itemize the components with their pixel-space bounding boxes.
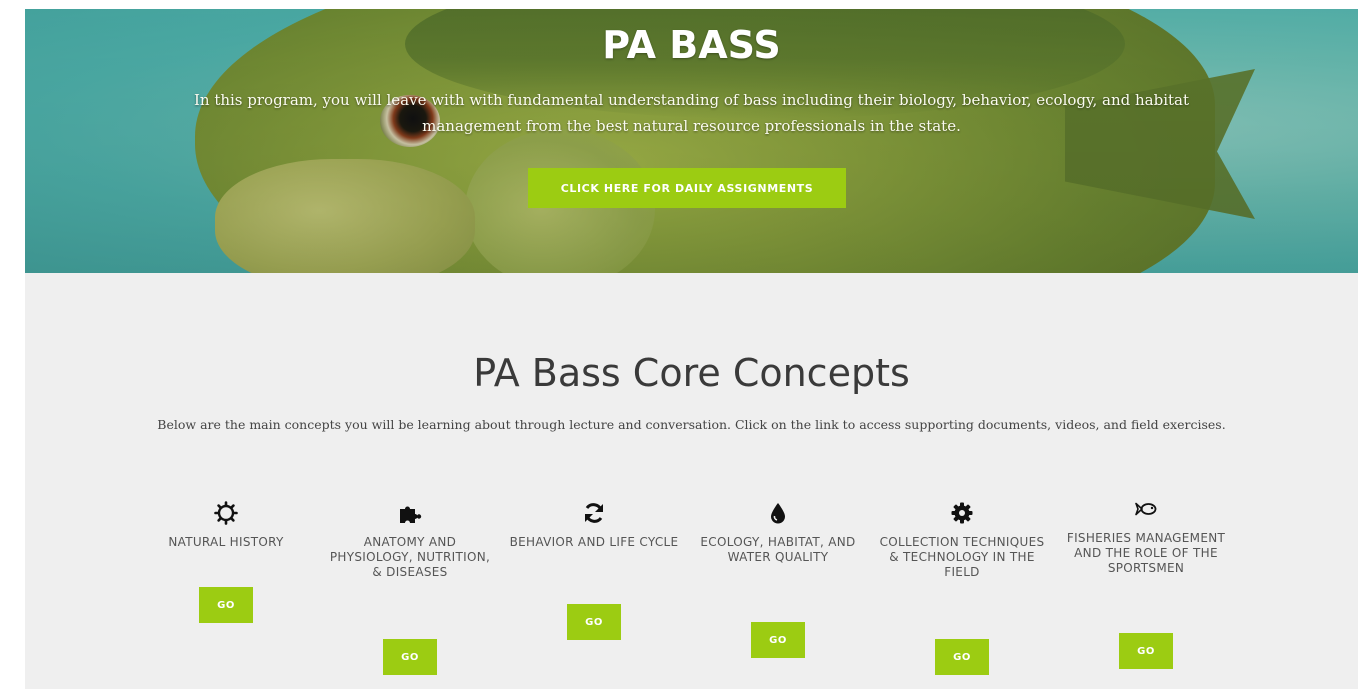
go-button-fisheries-management[interactable]: GO — [1119, 633, 1173, 669]
page-title: PA BASS — [602, 23, 781, 67]
concept-label: ANATOMY AND PHYSIOLOGY, NUTRITION, & DIS… — [329, 535, 491, 579]
core-concepts-section: PA Bass Core Concepts Below are the main… — [25, 273, 1358, 689]
go-button-anatomy-physiology[interactable]: GO — [383, 639, 437, 675]
go-button-collection-techniques[interactable]: GO — [935, 639, 989, 675]
concepts-heading: PA Bass Core Concepts — [473, 351, 910, 395]
concept-behavior-life-cycle: BEHAVIOR AND LIFE CYCLE — [509, 501, 679, 550]
water-drop-icon — [766, 501, 790, 525]
concept-fisheries-management: FISHERIES MANAGEMENT AND THE ROLE OF THE… — [1061, 497, 1231, 576]
concept-label: FISHERIES MANAGEMENT AND THE ROLE OF THE… — [1066, 531, 1226, 575]
hero-banner: PA BASS In this program, you will leave … — [25, 9, 1358, 273]
concept-label: ECOLOGY, HABITAT, AND WATER QUALITY — [700, 535, 856, 564]
hero-description: In this program, you will leave with wit… — [193, 91, 1190, 135]
concept-ecology-habitat: ECOLOGY, HABITAT, AND WATER QUALITY — [693, 501, 863, 565]
fish-icon — [1134, 497, 1158, 521]
concept-label: COLLECTION TECHNIQUES & TECHNOLOGY IN TH… — [879, 535, 1045, 579]
go-button-ecology-habitat[interactable]: GO — [751, 622, 805, 658]
concept-anatomy-physiology: ANATOMY AND PHYSIOLOGY, NUTRITION, & DIS… — [325, 501, 495, 580]
concept-collection-techniques: COLLECTION TECHNIQUES & TECHNOLOGY IN TH… — [877, 501, 1047, 580]
daily-assignments-button[interactable]: CLICK HERE FOR DAILY ASSIGNMENTS — [528, 168, 846, 208]
concept-label: BEHAVIOR AND LIFE CYCLE — [509, 535, 679, 549]
gear-icon — [950, 501, 974, 525]
concept-label: NATURAL HISTORY — [168, 535, 284, 549]
concepts-intro-text: Below are the main concepts you will be … — [157, 417, 1226, 432]
go-button-behavior-life-cycle[interactable]: GO — [567, 604, 621, 640]
sun-icon — [214, 501, 238, 525]
go-button-natural-history[interactable]: GO — [199, 587, 253, 623]
concept-natural-history: NATURAL HISTORY — [141, 501, 311, 550]
refresh-icon — [582, 501, 606, 525]
puzzle-icon — [398, 501, 422, 525]
